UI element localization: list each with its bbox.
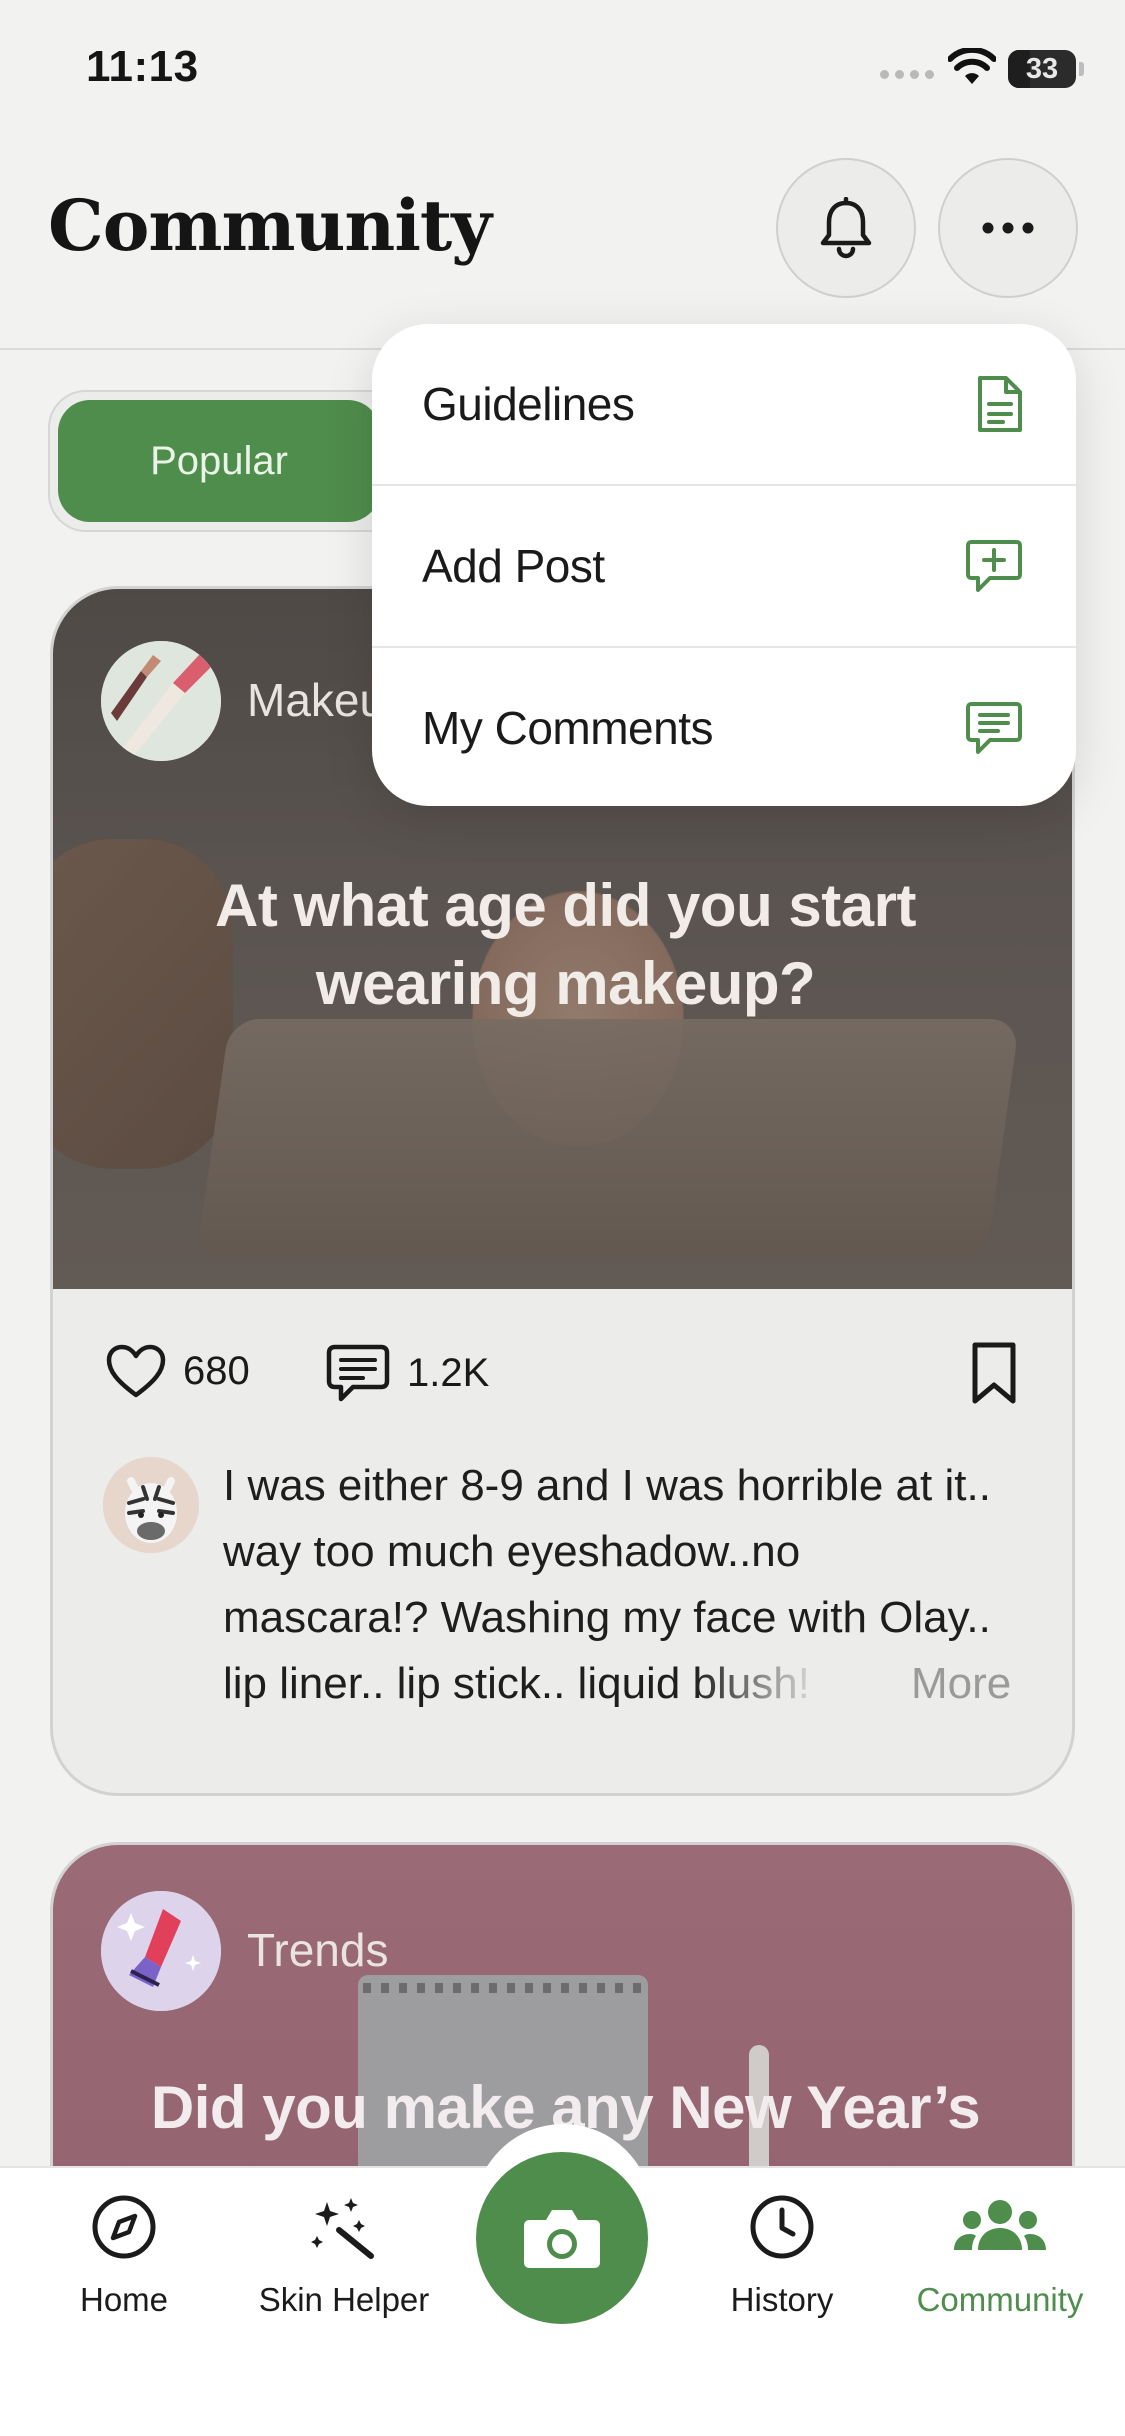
document-icon xyxy=(978,376,1022,432)
bell-icon xyxy=(820,197,872,259)
tab-home[interactable]: Home xyxy=(24,2192,224,2319)
options-dropdown-menu: Guidelines Add Post My Comments xyxy=(372,324,1076,806)
tab-skin-helper[interactable]: Skin Helper xyxy=(244,2192,444,2319)
tab-history[interactable]: History xyxy=(682,2192,882,2319)
message-plus-icon xyxy=(966,540,1022,592)
bookmark-icon xyxy=(972,1342,1016,1404)
comments-button[interactable]: 1.2K xyxy=(325,1343,489,1403)
camera-button[interactable] xyxy=(476,2152,648,2324)
ellipsis-icon xyxy=(982,222,1034,234)
magic-wand-icon xyxy=(311,2198,374,2259)
tab-label: Community xyxy=(916,2281,1084,2318)
post-category-label: Trends xyxy=(247,1924,389,1976)
bookmark-button[interactable] xyxy=(971,1341,1017,1410)
message-lines-icon xyxy=(966,702,1022,754)
like-count: 680 xyxy=(183,1348,250,1393)
menu-item-my-comments[interactable]: My Comments xyxy=(372,648,1076,806)
compass-icon xyxy=(92,2195,156,2259)
tab-label: History xyxy=(730,2281,834,2318)
category-avatar-makeup xyxy=(101,641,221,761)
battery-tip xyxy=(1079,62,1084,76)
battery-indicator: 33 xyxy=(1008,50,1076,88)
people-icon xyxy=(954,2200,1046,2250)
battery-level: 33 xyxy=(1025,53,1059,85)
wifi-icon xyxy=(947,46,997,91)
tab-label: Home xyxy=(79,2281,169,2318)
commenter-avatar[interactable] xyxy=(103,1457,199,1553)
clock-icon xyxy=(750,2195,814,2259)
category-avatar-trends xyxy=(101,1891,221,2011)
notifications-button[interactable] xyxy=(776,158,916,298)
tab-community[interactable]: Community xyxy=(900,2192,1100,2319)
menu-item-add-post[interactable]: Add Post xyxy=(372,486,1076,646)
menu-item-guidelines[interactable]: Guidelines xyxy=(372,324,1076,484)
like-button[interactable]: 680 xyxy=(105,1343,250,1399)
status-time: 11:13 xyxy=(86,42,199,91)
comment-icon xyxy=(326,1344,390,1402)
filter-popular-tab[interactable]: Popular xyxy=(58,400,380,522)
more-options-button[interactable] xyxy=(938,158,1078,298)
heart-icon xyxy=(106,1344,166,1398)
more-link[interactable]: More xyxy=(911,1659,1011,1709)
page-title: Community xyxy=(48,184,492,267)
post-category-label: Makeu xyxy=(247,674,386,726)
menu-item-label: Add Post xyxy=(422,540,605,592)
comment-count: 1.2K xyxy=(407,1350,490,1395)
post-image-notebook-rings xyxy=(363,1983,643,1993)
camera-icon xyxy=(524,2210,600,2268)
tab-label: Skin Helper xyxy=(258,2281,430,2318)
menu-item-label: My Comments xyxy=(422,702,713,754)
post-title: At what age did you start wearing makeup… xyxy=(215,872,916,1017)
cellular-signal-icon xyxy=(880,70,936,80)
menu-item-label: Guidelines xyxy=(422,378,635,430)
